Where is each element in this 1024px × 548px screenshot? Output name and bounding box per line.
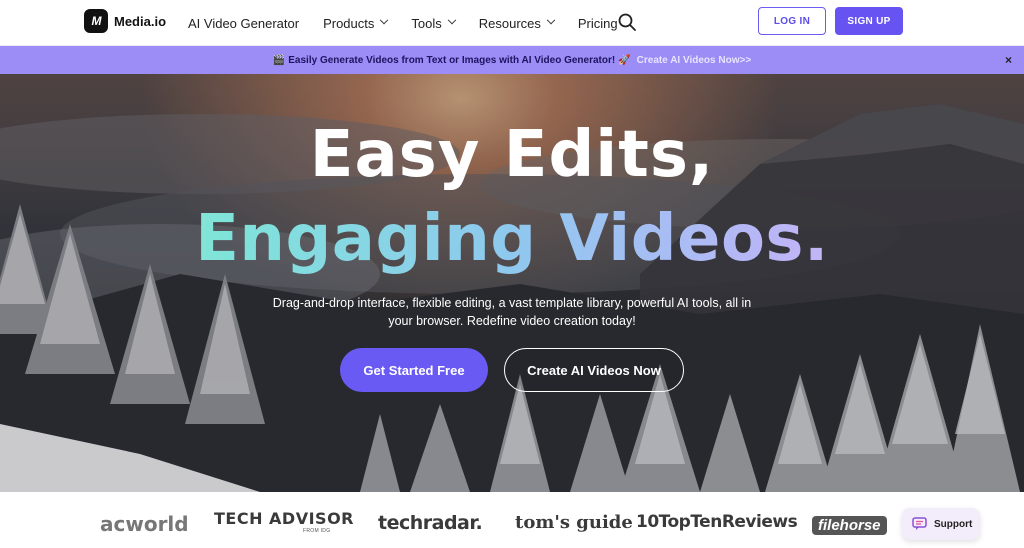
brand-logo[interactable]: M Media.io — [84, 9, 166, 33]
create-ai-videos-button[interactable]: Create AI Videos Now — [504, 348, 684, 392]
nav-label: Resources — [478, 15, 541, 31]
search-icon[interactable] — [617, 12, 637, 32]
hero-title-line2: Engaging Videos. — [0, 202, 1024, 276]
tomsguide-logo: tom's guide — [515, 512, 633, 533]
logo-icon: M — [84, 9, 108, 33]
chevron-down-icon — [447, 15, 456, 25]
nav-resources[interactable]: Resources — [478, 15, 556, 31]
nav-ai-video-generator[interactable]: AI Video Generator — [188, 16, 299, 31]
macworld-logo: acworld — [100, 512, 189, 536]
rocket-icon: 🚀 — [618, 54, 631, 66]
nav-label: Pricing — [577, 15, 618, 31]
site-header: M Media.io AI Video Generator Products T… — [0, 0, 1024, 46]
nav-pricing[interactable]: Pricing — [578, 16, 618, 31]
techadvisor-subtitle: FROM IDG — [303, 528, 331, 534]
close-icon[interactable]: × — [1005, 54, 1012, 66]
chevron-down-icon — [380, 15, 389, 25]
filehorse-logo: filehorse — [812, 516, 887, 535]
chat-icon — [912, 517, 927, 530]
nav-label: AI Video Generator — [188, 15, 300, 31]
techadvisor-logo: TECH ADVISOR — [214, 509, 354, 528]
techradar-logo: techradar. — [378, 512, 483, 534]
nav-label: Products — [323, 15, 375, 31]
banner-text: Easily Generate Videos from Text or Imag… — [288, 54, 616, 66]
support-label: Support — [934, 518, 973, 530]
support-widget-button[interactable]: Support — [902, 508, 980, 540]
clapper-icon: 🎬 — [272, 54, 286, 66]
chevron-down-icon — [546, 15, 556, 25]
banner-cta-link[interactable]: Create AI Videos Now>> — [637, 55, 752, 66]
brand-name: Media.io — [114, 13, 167, 29]
nav-products[interactable]: Products — [323, 15, 389, 31]
nav-label: Tools — [411, 15, 442, 31]
hero-title-line1: Easy Edits, — [309, 118, 715, 192]
hero-subtitle: Drag-and-drop interface, flexible editin… — [272, 296, 752, 328]
nav-tools[interactable]: Tools — [411, 15, 456, 31]
press-logos-strip: acworld TECH ADVISOR FROM IDG techradar.… — [0, 492, 1024, 548]
get-started-button[interactable]: Get Started Free — [340, 348, 488, 392]
announcement-banner: 🎬 Easily Generate Videos from Text or Im… — [0, 46, 1024, 74]
hero-section: Easy Edits, Engaging Videos. Drag-and-dr… — [0, 74, 1024, 492]
main-nav: AI Video Generator Products Tools Resour… — [188, 0, 642, 46]
signup-button[interactable]: SIGN UP — [835, 7, 903, 35]
login-button[interactable]: LOG IN — [758, 7, 826, 35]
toptenreviews-logo: 10TopTenReviews — [636, 512, 798, 532]
